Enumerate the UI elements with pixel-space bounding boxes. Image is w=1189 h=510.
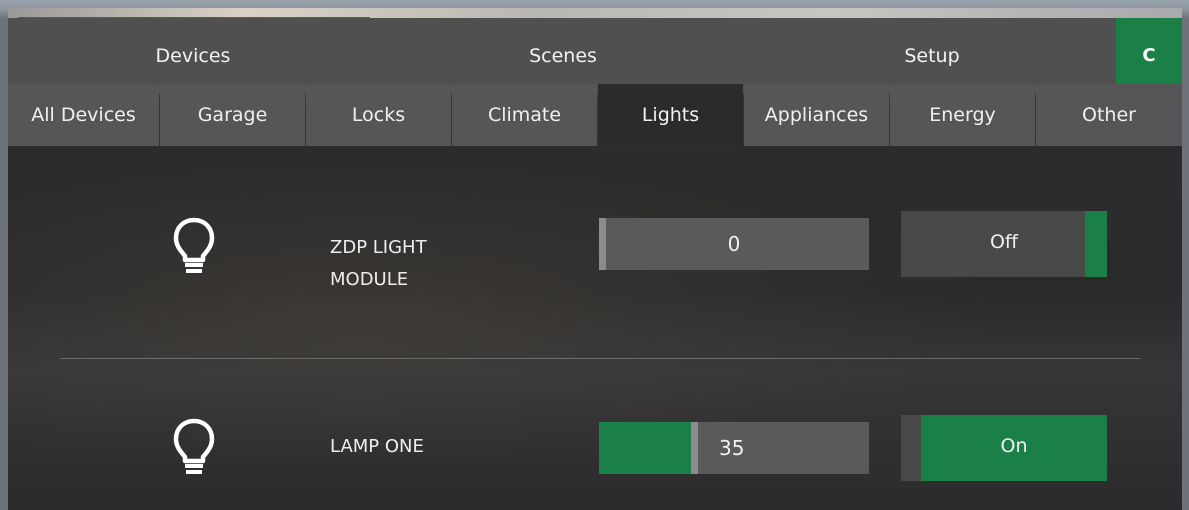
dimmer-slider-fill [599,422,691,474]
subtab-label: All Devices [31,104,136,126]
subtab-label: Locks [351,104,406,126]
device-name: LAMP ONE [330,431,550,463]
refresh-icon: C [1142,45,1156,66]
subtab-label: Garage [197,104,268,126]
dimmer-slider-handle[interactable] [691,422,698,474]
subtab-label: Appliances [764,104,869,126]
power-state-label: Off [989,231,1019,253]
subtab-label: Other [1082,104,1136,126]
device-row: LAMP ONE 35 On [8,359,1182,510]
refresh-button[interactable]: C [1116,18,1182,94]
subtab-other[interactable]: Other [1036,84,1182,146]
dimmer-slider[interactable]: 0 [599,218,869,270]
dimmer-level: 0 [727,232,741,256]
app-window: Devices Scenes Setup C All Devices Garag… [8,8,1182,510]
power-toggle[interactable]: Off [901,211,1107,277]
subtab-climate[interactable]: Climate [452,84,597,146]
tab-devices-label: Devices [155,45,231,67]
power-state-label: On [1000,435,1028,457]
main-tab-bar: Devices Scenes Setup C [8,18,1182,94]
power-toggle[interactable]: On [901,415,1107,481]
subtab-appliances[interactable]: Appliances [744,84,889,146]
tab-scenes[interactable]: Scenes [378,18,748,94]
device-name-line: MODULE [330,269,409,290]
category-tab-bar: All Devices Garage Locks Climate Lights … [8,84,1182,146]
subtab-label: Lights [641,104,700,126]
tab-setup-label: Setup [904,45,960,67]
device-name-line: LAMP ONE [330,436,424,457]
power-toggle-knob [1085,211,1107,277]
device-name: ZDP LIGHT MODULE [330,232,550,296]
device-name-line: ZDP LIGHT [330,237,427,258]
subtab-label: Climate [487,104,562,126]
dimmer-slider[interactable]: 35 [599,422,869,474]
subtab-energy[interactable]: Energy [890,84,1035,146]
device-row: ZDP LIGHT MODULE 0 Off [8,146,1182,358]
tab-setup[interactable]: Setup [748,18,1116,94]
subtab-locks[interactable]: Locks [306,84,451,146]
device-list: ZDP LIGHT MODULE 0 Off LAMP ONE 35 On [8,146,1182,510]
subtab-all-devices[interactable]: All Devices [8,84,159,146]
dimmer-level: 35 [719,436,745,460]
subtab-label: Energy [929,104,996,126]
lightbulb-icon [173,418,215,474]
lightbulb-icon [173,217,215,273]
subtab-lights[interactable]: Lights [598,84,743,146]
tab-scenes-label: Scenes [529,45,597,67]
tab-devices[interactable]: Devices [8,18,378,94]
subtab-garage[interactable]: Garage [160,84,305,146]
